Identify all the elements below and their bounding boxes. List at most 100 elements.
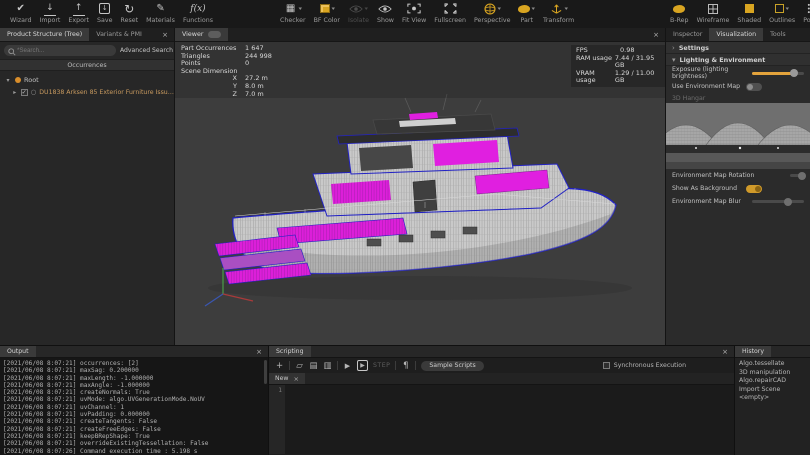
import-button[interactable]: ↓ Import bbox=[35, 1, 64, 25]
sync-execution-checkbox[interactable]: ✓ bbox=[603, 362, 610, 369]
run-script-button[interactable]: ▶ bbox=[343, 362, 352, 370]
output-close-button[interactable]: × bbox=[250, 346, 268, 357]
log-line: [2021/06/08 8:07:21] createTangents: Fal… bbox=[3, 418, 265, 425]
tab-variants-pmi[interactable]: Variants & PMI bbox=[89, 28, 149, 41]
isolate-eye-icon bbox=[349, 4, 363, 14]
tab-scripting[interactable]: Scripting bbox=[269, 346, 311, 357]
sync-execution-label: Synchronous Execution bbox=[614, 362, 686, 369]
history-item[interactable]: <empty> bbox=[739, 394, 806, 403]
scripting-toolbar: + ▱ ▤ ▥ ▶ ▶ STEP ¶ Sample Scripts ✓ Sync… bbox=[269, 358, 734, 373]
transform-button[interactable]: ▾ Transform bbox=[539, 1, 578, 25]
shaded-button[interactable]: Shaded bbox=[733, 1, 765, 25]
points-button[interactable]: Points bbox=[799, 1, 810, 25]
tab-visualization[interactable]: Visualization bbox=[709, 28, 763, 41]
output-header: Output × bbox=[0, 346, 268, 358]
checker-button[interactable]: ▦▾ Checker bbox=[276, 1, 310, 25]
toolbar-group-view: ▦▾ Checker ▾ BF Color ▾ Isolate Show Fi bbox=[276, 1, 578, 25]
tab-tools[interactable]: Tools bbox=[763, 28, 793, 41]
chevron-down-icon[interactable]: ▾ bbox=[497, 6, 501, 12]
save-icon: ↓ bbox=[99, 3, 110, 14]
save-all-scripts-button[interactable]: ▥ bbox=[323, 361, 332, 371]
tree-expand-icon[interactable]: ▾ bbox=[4, 77, 12, 84]
viewer-tab-toggle[interactable] bbox=[208, 31, 221, 38]
brep-button[interactable]: B-Rep bbox=[666, 1, 693, 25]
script-editor[interactable]: 1 bbox=[269, 385, 734, 454]
outlines-button[interactable]: ▾ Outlines bbox=[765, 1, 799, 25]
history-panel: History Algo.tessellate 3D manipulation … bbox=[734, 345, 810, 455]
lighting-section-header[interactable]: ▾ Lighting & Environment bbox=[666, 54, 810, 66]
fit-view-button[interactable]: Fit View bbox=[398, 1, 430, 25]
functions-icon: f(x) bbox=[190, 2, 205, 16]
chevron-right-icon: › bbox=[672, 44, 675, 52]
reset-button[interactable]: ↻ Reset bbox=[116, 1, 142, 25]
show-as-background-toggle[interactable] bbox=[746, 185, 762, 193]
show-button[interactable]: Show bbox=[373, 1, 398, 25]
settings-section-header[interactable]: › Settings bbox=[666, 42, 810, 54]
editor-text-area[interactable] bbox=[285, 385, 734, 454]
viewport-3d[interactable]: Part Occurrences1 647 Triangles244 998 P… bbox=[175, 42, 665, 345]
tab-history[interactable]: History bbox=[735, 346, 771, 357]
checker-icon: ▦ bbox=[285, 2, 297, 16]
history-item[interactable]: 3D manipulation bbox=[739, 369, 806, 378]
open-script-button[interactable]: ▱ bbox=[295, 361, 304, 371]
wireframe-button[interactable]: Wireframe bbox=[693, 1, 734, 25]
viewer-close-button[interactable]: × bbox=[647, 28, 665, 41]
exposure-slider[interactable] bbox=[752, 72, 804, 75]
tab-script-new[interactable]: New × bbox=[269, 373, 305, 384]
show-as-background-label: Show As Background bbox=[672, 185, 746, 192]
advanced-search-link[interactable]: Advanced Search bbox=[120, 47, 175, 54]
chevron-down-icon[interactable]: ▾ bbox=[564, 6, 568, 12]
node-checkbox[interactable]: ✓ bbox=[21, 89, 28, 96]
chevron-down-icon[interactable]: ▾ bbox=[786, 6, 790, 12]
output-scrollbar[interactable] bbox=[264, 360, 267, 384]
fullscreen-button[interactable]: Fullscreen bbox=[430, 1, 470, 25]
isolate-button[interactable]: ▾ Isolate bbox=[344, 1, 373, 25]
performance-stats: FPS0.98 RAM usage7.44 / 31.95 GB VRAM us… bbox=[571, 45, 665, 87]
materials-button[interactable]: ✎ Materials bbox=[142, 1, 179, 25]
new-script-button[interactable]: + bbox=[275, 361, 284, 371]
save-button[interactable]: ↓ Save bbox=[93, 1, 116, 25]
outlines-icon bbox=[775, 4, 784, 13]
part-button[interactable]: ▾ Part bbox=[514, 1, 539, 25]
wizard-button[interactable]: ✔ Wizard bbox=[6, 1, 35, 25]
step-button[interactable]: STEP bbox=[373, 362, 390, 369]
save-script-button[interactable]: ▤ bbox=[309, 361, 318, 371]
tab-product-structure[interactable]: Product Structure (Tree) bbox=[0, 28, 89, 41]
script-tab-close-icon[interactable]: × bbox=[294, 375, 299, 383]
tab-output[interactable]: Output bbox=[0, 346, 36, 357]
env-rotation-label: Environment Map Rotation bbox=[672, 172, 790, 179]
history-item[interactable]: Algo.tessellate bbox=[739, 360, 806, 369]
history-item[interactable]: Algo.repairCAD bbox=[739, 377, 806, 386]
history-item[interactable]: Import Scene bbox=[739, 386, 806, 395]
show-eye-icon bbox=[378, 4, 392, 14]
pilcrow-button[interactable]: ¶ bbox=[401, 361, 410, 371]
chevron-down-icon[interactable]: ▾ bbox=[298, 6, 302, 12]
tree-expand-icon[interactable]: ▸ bbox=[12, 89, 18, 96]
perspective-icon bbox=[484, 3, 496, 15]
viewer-tabs: Viewer × bbox=[175, 28, 665, 42]
product-structure-panel: Product Structure (Tree) Variants & PMI … bbox=[0, 28, 175, 345]
functions-button[interactable]: f(x) Functions bbox=[179, 1, 217, 25]
run-selection-button[interactable]: ▶ bbox=[357, 360, 368, 371]
env-blur-slider[interactable] bbox=[752, 200, 804, 203]
left-panel-close-button[interactable]: × bbox=[156, 28, 174, 41]
tree-row-root[interactable]: ▾ Root bbox=[0, 74, 174, 86]
tab-inspector[interactable]: Inspector bbox=[666, 28, 709, 41]
chevron-down-icon[interactable]: ▾ bbox=[532, 6, 536, 12]
export-icon: ↑ bbox=[73, 2, 85, 16]
chevron-down-icon[interactable]: ▾ bbox=[331, 6, 335, 12]
search-input[interactable] bbox=[4, 45, 116, 56]
scripting-close-button[interactable]: × bbox=[716, 346, 734, 357]
shaded-icon bbox=[745, 4, 754, 13]
bf-color-button[interactable]: ▾ BF Color bbox=[310, 1, 344, 25]
env-rotation-slider[interactable] bbox=[790, 174, 804, 177]
sample-scripts-button[interactable]: Sample Scripts bbox=[421, 361, 483, 371]
tab-viewer[interactable]: Viewer bbox=[175, 28, 228, 41]
node-visibility-icon[interactable]: ○ bbox=[31, 88, 37, 96]
export-button[interactable]: ↑ Export bbox=[64, 1, 93, 25]
left-panel-tabs: Product Structure (Tree) Variants & PMI … bbox=[0, 28, 174, 42]
tree-row-model[interactable]: ▸ ✓ ○ DU1838 Arksen 85 Exterior Furnitur… bbox=[0, 86, 174, 98]
env-map-name: 3D Hangar bbox=[672, 95, 804, 102]
use-env-map-toggle[interactable] bbox=[746, 83, 762, 91]
perspective-button[interactable]: ▾ Perspective bbox=[470, 1, 514, 25]
